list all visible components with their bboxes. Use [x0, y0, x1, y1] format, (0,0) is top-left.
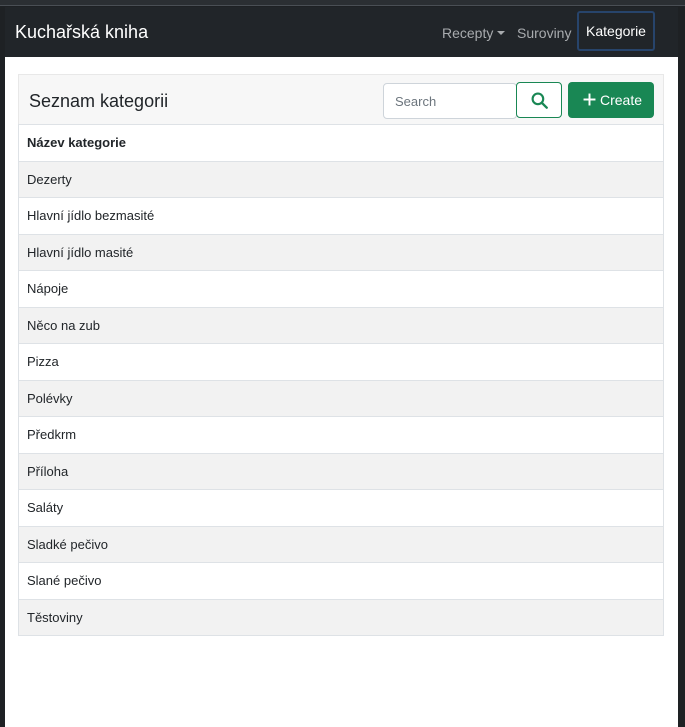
category-name-cell: Něco na zub: [18, 306, 664, 344]
category-name-cell: Dezerty: [18, 160, 664, 198]
plus-icon: [583, 93, 596, 106]
page-title: Seznam kategorii: [29, 91, 169, 111]
table-row[interactable]: Polévky: [18, 379, 664, 417]
nav-item-suroviny[interactable]: Suroviny: [517, 24, 571, 42]
table-row[interactable]: Těstoviny: [18, 598, 664, 636]
category-name-cell: Těstoviny: [18, 598, 664, 636]
table-header-row: Název kategorie: [18, 124, 664, 162]
table-row[interactable]: Příloha: [18, 452, 664, 490]
category-name-cell: Pizza: [18, 343, 664, 381]
table-row[interactable]: Hlavní jídlo masité: [18, 233, 664, 271]
caret-down-icon: [497, 31, 506, 35]
nav-item-kategorie[interactable]: Kategorie: [577, 11, 655, 51]
table-row[interactable]: Saláty: [18, 489, 664, 527]
search-button[interactable]: [516, 82, 562, 118]
table-row[interactable]: Dezerty: [18, 160, 664, 198]
table-row[interactable]: Slané pečivo: [18, 562, 664, 600]
search-icon: [531, 92, 548, 109]
card-header: Seznam kategorii Create: [18, 74, 664, 124]
column-header-nazev: Název kategorie: [18, 124, 664, 162]
category-name-cell: Sladké pečivo: [18, 525, 664, 563]
table-row[interactable]: Hlavní jídlo bezmasité: [18, 197, 664, 235]
categories-table: Název kategorie Dezerty Hlavní jídlo bezm…: [18, 124, 664, 636]
navbar: Kuchařská kniha Recepty Suroviny Kategor…: [5, 7, 678, 57]
category-name-cell: Hlavní jídlo bezmasité: [18, 197, 664, 235]
category-name-cell: Příloha: [18, 452, 664, 490]
table-row[interactable]: Předkrm: [18, 416, 664, 454]
brand-title[interactable]: Kuchařská kniha: [15, 21, 148, 43]
create-button[interactable]: Create: [568, 82, 654, 118]
nav-item-recepty[interactable]: Recepty: [442, 24, 506, 42]
table-row[interactable]: Nápoje: [18, 270, 664, 308]
nav-item-recepty-label: Recepty: [442, 25, 494, 41]
category-name-cell: Slané pečivo: [18, 562, 664, 600]
search-input[interactable]: [383, 83, 517, 119]
table-row[interactable]: Něco na zub: [18, 306, 664, 344]
table-row[interactable]: Pizza: [18, 343, 664, 381]
category-name-cell: Saláty: [18, 489, 664, 527]
category-name-cell: Polévky: [18, 379, 664, 417]
category-name-cell: Hlavní jídlo masité: [18, 233, 664, 271]
main-content: Seznam kategorii Create Název kategorie …: [5, 57, 678, 727]
window-top-border: [0, 0, 685, 6]
category-name-cell: Nápoje: [18, 270, 664, 308]
table-body: Dezerty Hlavní jídlo bezmasité Hlavní jídl…: [18, 160, 664, 636]
table-row[interactable]: Sladké pečivo: [18, 525, 664, 563]
category-name-cell: Předkrm: [18, 416, 664, 454]
create-button-label: Create: [600, 92, 643, 108]
